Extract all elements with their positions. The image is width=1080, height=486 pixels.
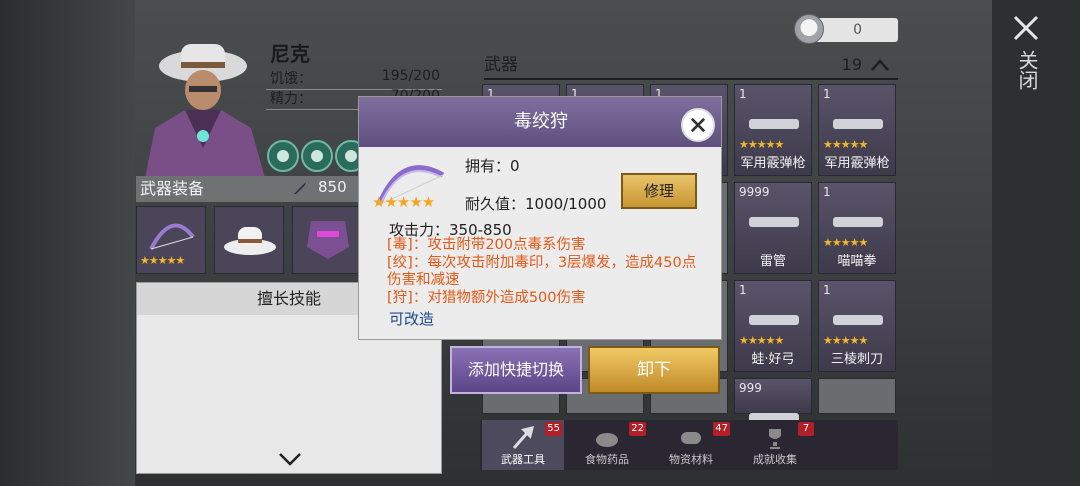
inventory-count: 19 [841,55,862,74]
item-owned: 拥有：0 [465,157,520,175]
add-quick-switch-button[interactable]: 添加快捷切换 [450,346,582,394]
stat-label: 饥饿： [270,71,312,87]
cell-stars: ★★★★★ [823,334,868,347]
cell-name: 雷管 [759,254,786,269]
inventory-cell[interactable]: 1 ★★★★★ 三棱刺刀 [818,280,896,372]
cell-count: 9999 [739,185,770,199]
cell-stars: ★★★★★ [823,138,868,151]
cell-count: 1 [823,185,831,199]
close-icon[interactable] [1012,14,1040,42]
inventory-cell[interactable]: 1 ★★★★★ 喵喵拳 [818,182,896,274]
axe-icon [512,426,535,449]
stone-icon[interactable] [301,140,333,172]
tab-label: 食物药品 [585,453,629,466]
modal-title: 毒绞狩 [514,111,568,132]
cell-count: 999 [739,381,762,395]
inventory-cell[interactable]: 1 ★★★★★ 蛙·好弓 [734,280,812,372]
chevron-down-icon[interactable] [278,451,302,467]
unequip-button[interactable]: 卸下 [588,346,720,394]
hat-icon [224,227,276,255]
inventory-cell[interactable]: 999 [734,378,812,423]
inventory-cell[interactable]: 1 ★★★★★ 军用霰弹枪 [734,84,812,176]
inventory-cell[interactable]: 9999 雷管 [734,182,812,274]
item-effect-hunt: [狩]：对猎物额外造成500伤害 [387,290,586,306]
equip-slot-weapon[interactable]: ★★★★★ [136,206,206,274]
stat-label: 精力： [270,91,312,107]
cell-stars: ★★★★★ [823,236,868,249]
tab-badge: 22 [629,422,646,436]
item-durability: 耐久值：1000/1000 [465,195,607,213]
trophy-icon [769,429,781,449]
bow-icon [149,223,195,250]
close-label[interactable]: 关闭 [1014,50,1039,90]
sword-icon [294,182,306,194]
log-icon [681,432,701,444]
cell-stars: ★★★★★ [739,138,784,151]
inventory-title: 武器 [484,55,518,75]
modal-close-icon[interactable] [681,108,715,142]
tab-badge: 55 [545,422,562,436]
tab-badge: 7 [798,422,814,436]
repair-button[interactable]: 修理 [621,173,697,209]
item-modifiable: 可改造 [389,310,435,328]
background-left [0,0,135,486]
currency-value: 0 [853,22,862,38]
chevron-up-icon[interactable] [870,58,890,72]
equip-slot-hat[interactable] [214,206,284,274]
tab-label: 成就收集 [753,453,797,466]
cell-name: 三棱刺刀 [830,352,883,367]
tab-badge: 47 [713,422,730,436]
cell-name: 喵喵拳 [837,254,877,269]
item-effect-poison: [毒]：攻击附带200点毒系伤害 [387,237,586,253]
stat-hunger: 饥饿： 195/200 [266,68,442,90]
character-name: 尼克 [270,42,310,66]
food-icon [596,433,618,447]
character-portrait [145,44,265,178]
inventory-cell[interactable]: 1 ★★★★★ 军用霰弹枪 [818,84,896,176]
equip-slot-armor[interactable] [292,206,362,274]
item-effect-strangle: [绞]：每次攻击附加毒印，3层爆发，造成450点伤害和减速 [387,255,697,288]
modal-header: 毒绞狩 [359,97,721,147]
tab-weapons[interactable]: 55 武器工具 [482,420,564,470]
cell-name: 军用霰弹枪 [740,156,806,171]
mask-icon [307,221,349,259]
tab-materials[interactable]: 47 物资材料 [650,420,732,470]
equip-power: 850 [318,178,347,196]
cell-count: 1 [739,283,747,297]
inventory-cell[interactable] [818,378,896,414]
stat-value: 195/200 [381,68,440,84]
tab-label: 武器工具 [501,453,545,466]
tab-achievements[interactable]: 7 成就收集 [734,420,816,470]
cell-name: 蛙·好弓 [751,352,795,367]
item-detail-modal: 毒绞狩 ★★★★★ 拥有：0 耐久值：1000/1000 修理 攻击力：350-… [358,96,722,340]
cell-count: 1 [823,283,831,297]
slot-stars: ★★★★★ [140,254,185,267]
item-art-icon [749,217,799,227]
item-stars: ★★★★★ [372,193,435,211]
tab-label: 物资材料 [669,453,713,466]
tab-food[interactable]: 22 食物药品 [566,420,648,470]
cell-count: 1 [739,87,747,101]
stomach-icon[interactable] [267,140,299,172]
cell-count: 1 [823,87,831,101]
cell-stars: ★★★★★ [739,334,784,347]
cell-name: 军用霰弹枪 [824,156,890,171]
coin-icon [794,14,824,44]
inventory-header: 武器 19 [484,50,898,80]
